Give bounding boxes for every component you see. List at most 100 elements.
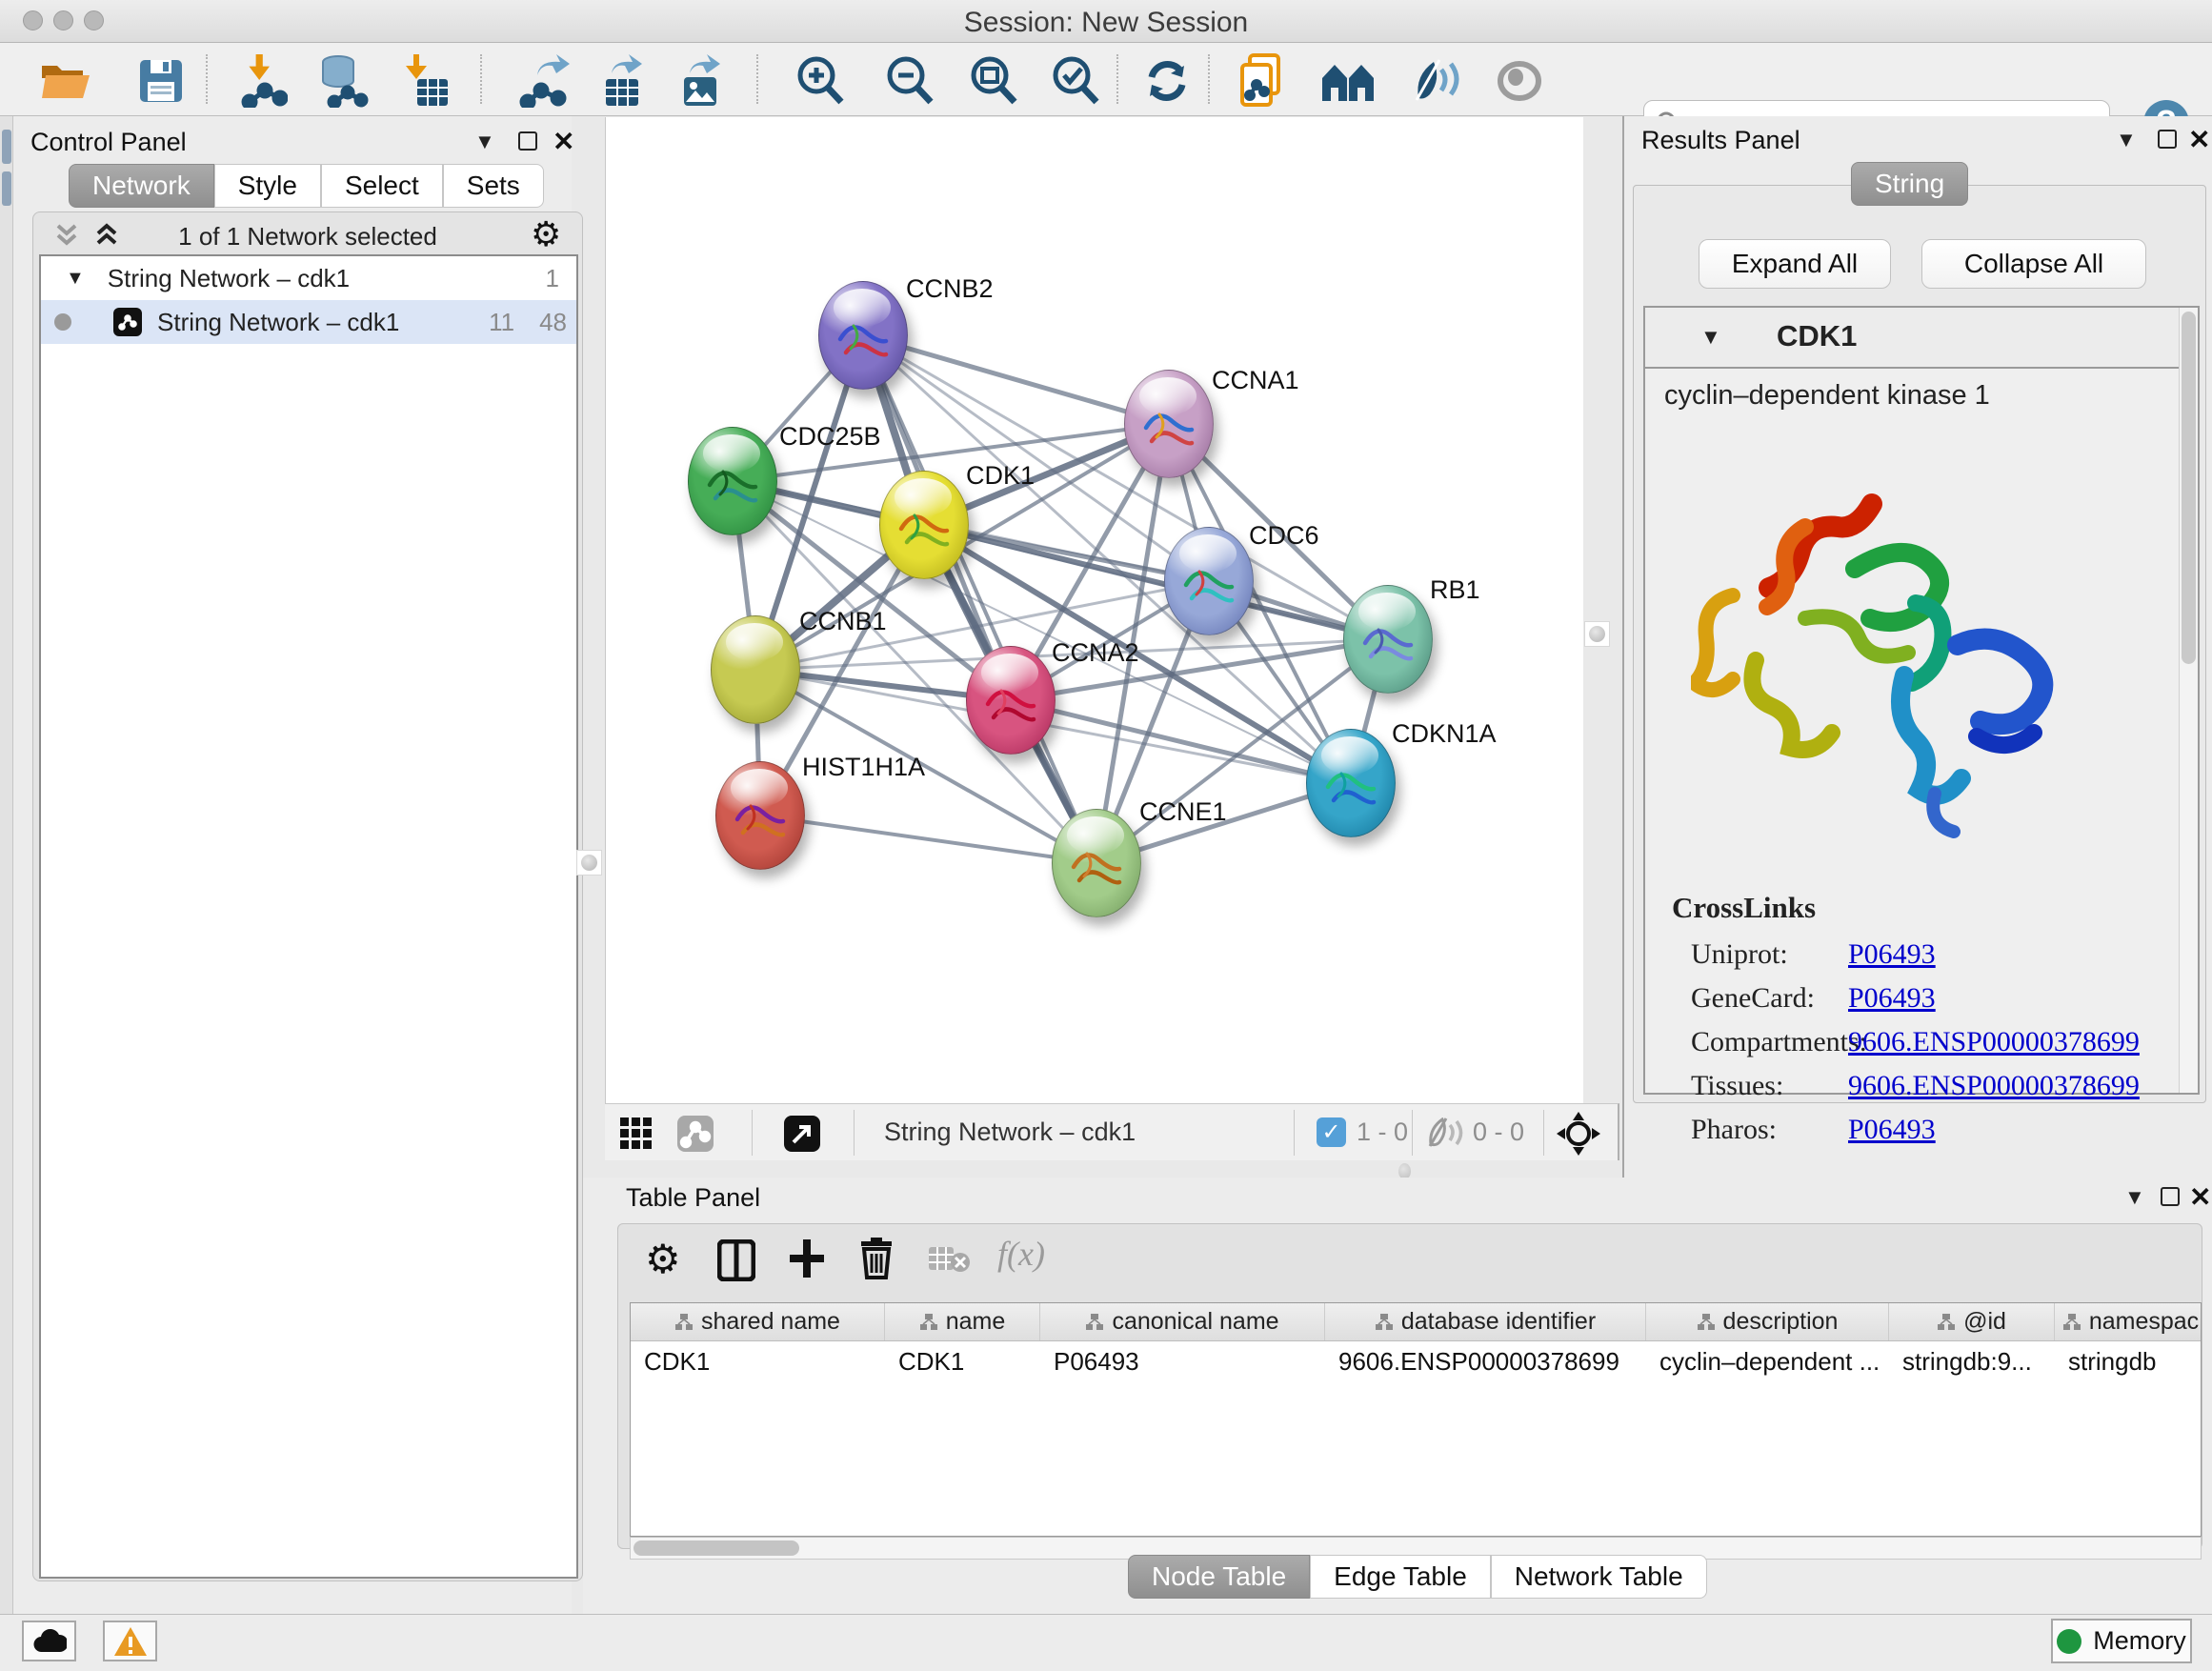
table-settings-gear-icon[interactable]: ⚙ xyxy=(645,1236,681,1282)
network-node-cdc25b[interactable] xyxy=(688,427,777,535)
zoom-fit-icon[interactable] xyxy=(966,54,1021,108)
network-canvas[interactable]: CCNB2CCNA1CDC25BCDK1CDC6RB1CCNB1CCNA2CDK… xyxy=(605,117,1583,1103)
open-session-icon[interactable] xyxy=(38,54,93,108)
table-cell[interactable]: CDK1 xyxy=(631,1341,885,1381)
tab-select[interactable]: Select xyxy=(321,164,443,208)
zoom-selected-icon[interactable] xyxy=(1048,54,1103,108)
table-panel-float-icon[interactable] xyxy=(2161,1187,2180,1206)
results-panel-float-icon[interactable] xyxy=(2158,130,2177,149)
right-splitter-handle[interactable] xyxy=(1584,621,1610,647)
tab-node-table[interactable]: Node Table xyxy=(1128,1555,1310,1599)
collection-expand-icon[interactable]: ▼ xyxy=(66,268,85,290)
column-header-name[interactable]: name xyxy=(885,1303,1040,1340)
export-table-icon[interactable] xyxy=(594,54,650,108)
table-row[interactable]: CDK1CDK1P064939606.ENSP00000378699cyclin… xyxy=(631,1341,2201,1381)
column-header-label: @id xyxy=(1963,1308,2006,1336)
cloud-status-button[interactable] xyxy=(22,1621,76,1661)
network-node-rb1[interactable] xyxy=(1343,585,1433,694)
network-collection-row[interactable]: ▼ String Network – cdk1 1 xyxy=(41,256,576,300)
results-panel-close-icon[interactable]: ✕ xyxy=(2188,124,2210,155)
import-table-icon[interactable] xyxy=(400,54,455,108)
crosslink-link[interactable]: 9606.ENSP00000378699 xyxy=(1848,1026,2140,1058)
open-in-new-window-icon[interactable] xyxy=(784,1116,820,1157)
node-gloss xyxy=(895,478,953,516)
crosslink-link[interactable]: P06493 xyxy=(1848,982,1936,1015)
hide-selected-icon[interactable] xyxy=(1408,54,1463,108)
network-node-ccnb2[interactable] xyxy=(818,281,908,390)
control-panel-menu-icon[interactable]: ▼ xyxy=(474,130,495,154)
node-table: shared namenamecanonical namedatabase id… xyxy=(630,1302,2202,1537)
table-cell[interactable]: CDK1 xyxy=(885,1341,1040,1381)
zoom-out-icon[interactable] xyxy=(882,54,937,108)
zoom-in-icon[interactable] xyxy=(793,54,848,108)
table-cell[interactable]: stringdb xyxy=(2055,1341,2202,1381)
export-network-icon[interactable] xyxy=(516,54,572,108)
table-cell[interactable]: 9606.ENSP00000378699 xyxy=(1325,1341,1646,1381)
table-cell[interactable]: stringdb:9... xyxy=(1889,1341,2055,1381)
results-scrollbar[interactable] xyxy=(2179,308,2198,1093)
control-panel-close-icon[interactable]: ✕ xyxy=(553,126,574,157)
collapse-all-button[interactable]: Collapse All xyxy=(1921,239,2146,289)
network-node-cdc6[interactable] xyxy=(1164,527,1254,635)
delete-column-trash-icon[interactable] xyxy=(858,1236,895,1284)
copy-network-icon[interactable] xyxy=(1237,54,1292,108)
network-node-ccna1[interactable] xyxy=(1124,370,1214,478)
network-node-cdkn1a[interactable] xyxy=(1306,729,1396,837)
column-header-database-identifier[interactable]: database identifier xyxy=(1325,1303,1646,1340)
tab-edge-table[interactable]: Edge Table xyxy=(1310,1555,1491,1599)
delete-table-icon[interactable] xyxy=(929,1245,971,1280)
network-edge[interactable] xyxy=(863,335,1169,424)
network-share-icon[interactable] xyxy=(677,1116,714,1157)
import-network-icon[interactable] xyxy=(234,54,290,108)
left-splitter-handle[interactable] xyxy=(576,850,602,876)
protein-card-header[interactable]: ▼ CDK1 xyxy=(1645,308,2198,369)
network-edge[interactable] xyxy=(760,815,1096,863)
expand-all-button[interactable]: Expand All xyxy=(1699,239,1891,289)
dock-tab-handle[interactable] xyxy=(2,130,11,164)
table-cell[interactable]: P06493 xyxy=(1040,1341,1325,1381)
control-panel-float-icon[interactable] xyxy=(518,131,537,151)
column-header-canonical-name[interactable]: canonical name xyxy=(1040,1303,1325,1340)
selected-checkbox-icon[interactable]: ✓ xyxy=(1317,1117,1346,1147)
network-edge[interactable] xyxy=(863,335,1096,863)
network-node-cdk1[interactable] xyxy=(879,471,969,579)
function-builder-icon[interactable]: f(x) xyxy=(997,1234,1045,1274)
network-node-ccne1[interactable] xyxy=(1052,809,1141,917)
warnings-button[interactable] xyxy=(103,1621,157,1661)
column-header-description[interactable]: description xyxy=(1646,1303,1889,1340)
collapse-section-icon[interactable]: ▼ xyxy=(1700,325,1721,350)
network-options-gear-icon[interactable]: ⚙ xyxy=(531,214,561,254)
show-columns-icon[interactable] xyxy=(717,1239,755,1286)
tab-style[interactable]: Style xyxy=(214,164,321,208)
table-panel-menu-icon[interactable]: ▼ xyxy=(2124,1185,2145,1210)
dock-tab-handle[interactable] xyxy=(2,171,11,206)
toolbar-separator xyxy=(1543,1110,1544,1156)
memory-button[interactable]: Memory xyxy=(2051,1619,2192,1663)
show-graphics-details-icon[interactable] xyxy=(1492,54,1547,108)
table-cell[interactable]: cyclin–dependent ... xyxy=(1646,1341,1889,1381)
tab-sets[interactable]: Sets xyxy=(443,164,544,208)
import-network-from-database-icon[interactable] xyxy=(314,54,370,108)
birdseye-grid-icon[interactable] xyxy=(620,1117,653,1155)
create-column-plus-icon[interactable] xyxy=(788,1238,826,1284)
save-session-icon[interactable] xyxy=(133,54,189,108)
column-header-shared-name[interactable]: shared name xyxy=(631,1303,885,1340)
export-image-icon[interactable] xyxy=(673,54,728,108)
tab-network[interactable]: Network xyxy=(69,164,214,208)
tab-network-table[interactable]: Network Table xyxy=(1491,1555,1707,1599)
network-node-hist1h1a[interactable] xyxy=(715,761,805,870)
network-node-ccna2[interactable] xyxy=(966,646,1056,755)
network-node-ccnb1[interactable] xyxy=(711,615,800,724)
column-header-namespac[interactable]: namespac xyxy=(2055,1303,2202,1340)
table-panel-close-icon[interactable]: ✕ xyxy=(2189,1181,2211,1213)
refresh-icon[interactable] xyxy=(1139,54,1195,108)
network-row[interactable]: String Network – cdk1 11 48 xyxy=(41,300,576,344)
crosslink-link[interactable]: P06493 xyxy=(1848,1114,1936,1146)
show-all-networks-icon[interactable] xyxy=(1320,54,1376,108)
column-header--id[interactable]: @id xyxy=(1889,1303,2055,1340)
tab-string[interactable]: String xyxy=(1851,162,1968,206)
fit-content-crosshair-icon[interactable] xyxy=(1557,1112,1600,1160)
results-panel-menu-icon[interactable]: ▼ xyxy=(2116,128,2137,152)
crosslink-link[interactable]: 9606.ENSP00000378699 xyxy=(1848,1070,2140,1102)
crosslink-link[interactable]: P06493 xyxy=(1848,938,1936,971)
